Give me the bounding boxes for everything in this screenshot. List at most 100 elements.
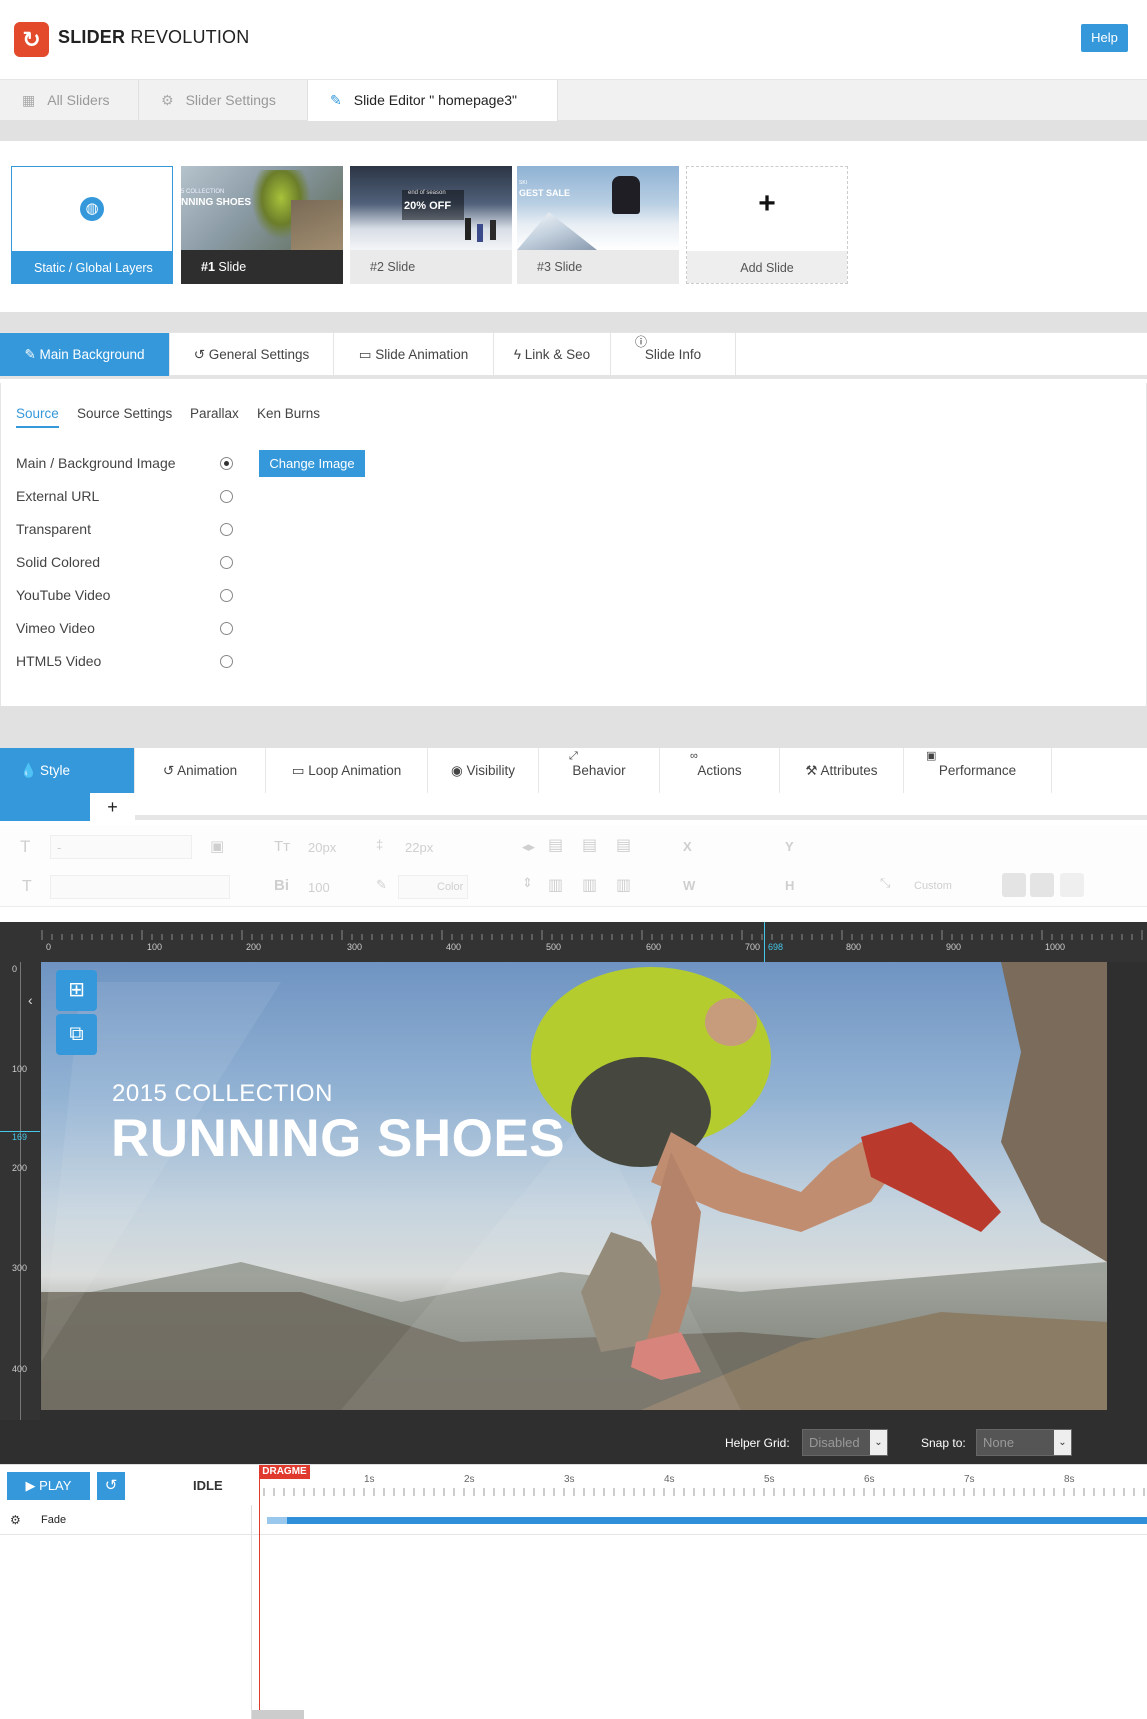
time-label: 7s xyxy=(964,1474,975,1485)
align-middle-icon[interactable]: ▥ xyxy=(582,875,597,895)
source-radio-solid-colored[interactable] xyxy=(220,556,233,569)
slide-card-2[interactable]: end of season 20% OFF #2 Slide xyxy=(350,166,512,284)
tab-slide-info[interactable]: ⓘ Slide Info xyxy=(611,333,736,376)
slide-thumb: SKI GEST SALE xyxy=(517,166,679,250)
layer-settings-icon[interactable]: ⚙ xyxy=(10,1513,21,1527)
slide-thumb: end of season 20% OFF xyxy=(350,166,512,250)
pencil-icon: ✎ xyxy=(330,92,342,108)
resize-icon[interactable] xyxy=(1060,873,1084,897)
play-label: PLAY xyxy=(39,1478,72,1493)
color-picker[interactable]: Color xyxy=(398,875,468,899)
pencil-icon: ✎ xyxy=(376,877,387,892)
subtab-parallax[interactable]: Parallax xyxy=(190,406,239,428)
tab-all-sliders[interactable]: ▦ All Sliders xyxy=(0,80,139,121)
top-nav-tabs: ▦ All Sliders ⚙ Slider Settings ✎ Slide Edi… xyxy=(0,80,1147,122)
tab-link-seo[interactable]: ϟ Link & Seo xyxy=(494,333,611,376)
timeline-scrollbar[interactable] xyxy=(252,1710,304,1719)
tab-general-settings[interactable]: ↺ General Settings xyxy=(170,333,334,376)
ruler-ticks xyxy=(41,930,1143,940)
ruler-tick-label: 1000 xyxy=(1045,942,1066,952)
source-radio-html5[interactable] xyxy=(220,655,233,668)
time-label: 6s xyxy=(864,1474,875,1485)
tab-main-background[interactable]: ✎ Main Background xyxy=(0,333,170,376)
slide-card-3[interactable]: SKI GEST SALE #3 Slide xyxy=(517,166,679,284)
ruler-tick-label: 300 xyxy=(12,1263,28,1273)
tab-behavior[interactable]: ⤢ Behavior xyxy=(539,748,660,793)
align-right-icon[interactable]: ▤ xyxy=(616,835,631,855)
layer-kicker-text[interactable]: 2015 COLLECTION xyxy=(112,1080,333,1108)
layer-timeline-bar[interactable] xyxy=(267,1517,1147,1524)
font-size-icon: Tт xyxy=(274,838,291,855)
color-placeholder: Color xyxy=(437,881,464,893)
timeline-ticks xyxy=(263,1488,1145,1496)
tab-animation[interactable]: ↺ Animation xyxy=(135,748,266,793)
slide-stage[interactable]: 2015 COLLECTION RUNNING SHOES xyxy=(41,962,1107,1410)
add-layer-button[interactable]: ⊞ xyxy=(56,970,97,1011)
align-left-icon[interactable]: ▤ xyxy=(548,835,563,855)
bolt-icon: ϟ xyxy=(513,347,525,362)
add-style-button[interactable]: + xyxy=(90,793,135,821)
eye-icon: ◉ xyxy=(450,763,467,778)
font-size-input[interactable]: 20px xyxy=(308,840,336,855)
source-radio-external-url[interactable] xyxy=(220,490,233,503)
expand-icon: ⤢ xyxy=(569,750,578,762)
background-settings-panel xyxy=(0,383,1147,706)
reset-timeline-button[interactable]: ↺ xyxy=(97,1472,125,1500)
subtab-source-settings[interactable]: Source Settings xyxy=(77,406,172,428)
play-button[interactable]: ▶ PLAY xyxy=(7,1472,90,1500)
tab-label: Slider Settings xyxy=(185,92,276,108)
thumb-headline: NNING SHOES xyxy=(181,197,252,208)
tab-slide-editor[interactable]: ✎ Slide Editor " homepage3" xyxy=(308,80,558,122)
add-slide-card[interactable]: + Add Slide xyxy=(686,166,848,284)
helper-grid-select[interactable]: Disabled ⌄ xyxy=(802,1429,888,1456)
paragraph-icon[interactable] xyxy=(1002,873,1026,897)
subtab-source[interactable]: Source xyxy=(16,406,59,428)
source-radio-transparent[interactable] xyxy=(220,523,233,536)
layer-timeline-bar-start[interactable] xyxy=(267,1517,287,1524)
tab-performance[interactable]: ▣ Performance xyxy=(904,748,1052,793)
tab-slider-settings[interactable]: ⚙ Slider Settings xyxy=(139,80,308,121)
tab-loop-animation[interactable]: ▭ Loop Animation xyxy=(266,748,428,793)
collapse-chevron-icon[interactable]: ‹ xyxy=(28,992,33,1008)
link-icon[interactable] xyxy=(1030,873,1054,897)
align-bottom-icon[interactable]: ▥ xyxy=(616,875,631,895)
app-title-rest: REVOLUTION xyxy=(125,27,250,47)
tab-attributes[interactable]: ⚒ Attributes xyxy=(780,748,904,793)
ruler-cursor-label: 169 xyxy=(12,1132,28,1142)
size-mode-select[interactable]: Custom xyxy=(914,880,952,892)
slide-card-static-layers[interactable]: ◍ Static / Global Layers xyxy=(11,166,173,284)
tab-label: Style xyxy=(40,763,71,778)
playhead-line[interactable] xyxy=(259,1479,260,1719)
snap-to-select[interactable]: None ⌄ xyxy=(976,1429,1072,1456)
slide-label: Static / Global Layers xyxy=(12,251,172,283)
subtab-ken-burns[interactable]: Ken Burns xyxy=(257,406,320,428)
slide-card-1[interactable]: 5 COLLECTION NNING SHOES #1 Slide xyxy=(181,166,343,284)
tab-slide-animation[interactable]: ▭ Slide Animation xyxy=(334,333,494,376)
source-radio-main-image[interactable] xyxy=(220,457,233,470)
tab-actions[interactable]: ∞ Actions xyxy=(660,748,780,793)
align-center-icon[interactable]: ▤ xyxy=(582,835,597,855)
align-top-icon[interactable]: ▥ xyxy=(548,875,563,895)
font-style-select[interactable] xyxy=(50,875,230,899)
save-icon[interactable]: ▣ xyxy=(210,837,224,855)
help-button[interactable]: Help xyxy=(1081,24,1128,52)
source-radio-youtube[interactable] xyxy=(220,589,233,602)
ruler-tick-label: 800 xyxy=(846,942,862,952)
source-radio-vimeo[interactable] xyxy=(220,622,233,635)
change-image-button[interactable]: Change Image xyxy=(259,450,365,477)
font-weight-select[interactable]: 100 xyxy=(308,880,330,895)
time-label: 5s xyxy=(764,1474,775,1485)
font-family-select[interactable]: - xyxy=(50,835,192,859)
slide-num: #2 xyxy=(370,260,384,274)
skier-figure xyxy=(490,220,496,240)
playhead-handle[interactable]: DRAGME xyxy=(259,1465,310,1479)
line-height-input[interactable]: 22px xyxy=(405,840,433,855)
globe-icon: ◍ xyxy=(80,197,104,221)
ruler-tick-label: 400 xyxy=(446,942,462,952)
duplicate-layer-button[interactable]: ⧉ xyxy=(56,1014,97,1055)
x-position-label: X xyxy=(683,839,692,854)
play-icon: ▶ xyxy=(25,1478,40,1493)
tab-visibility[interactable]: ◉ Visibility xyxy=(428,748,539,793)
font-select-value: - xyxy=(57,840,62,855)
layer-headline-text[interactable]: RUNNING SHOES xyxy=(111,1108,565,1169)
